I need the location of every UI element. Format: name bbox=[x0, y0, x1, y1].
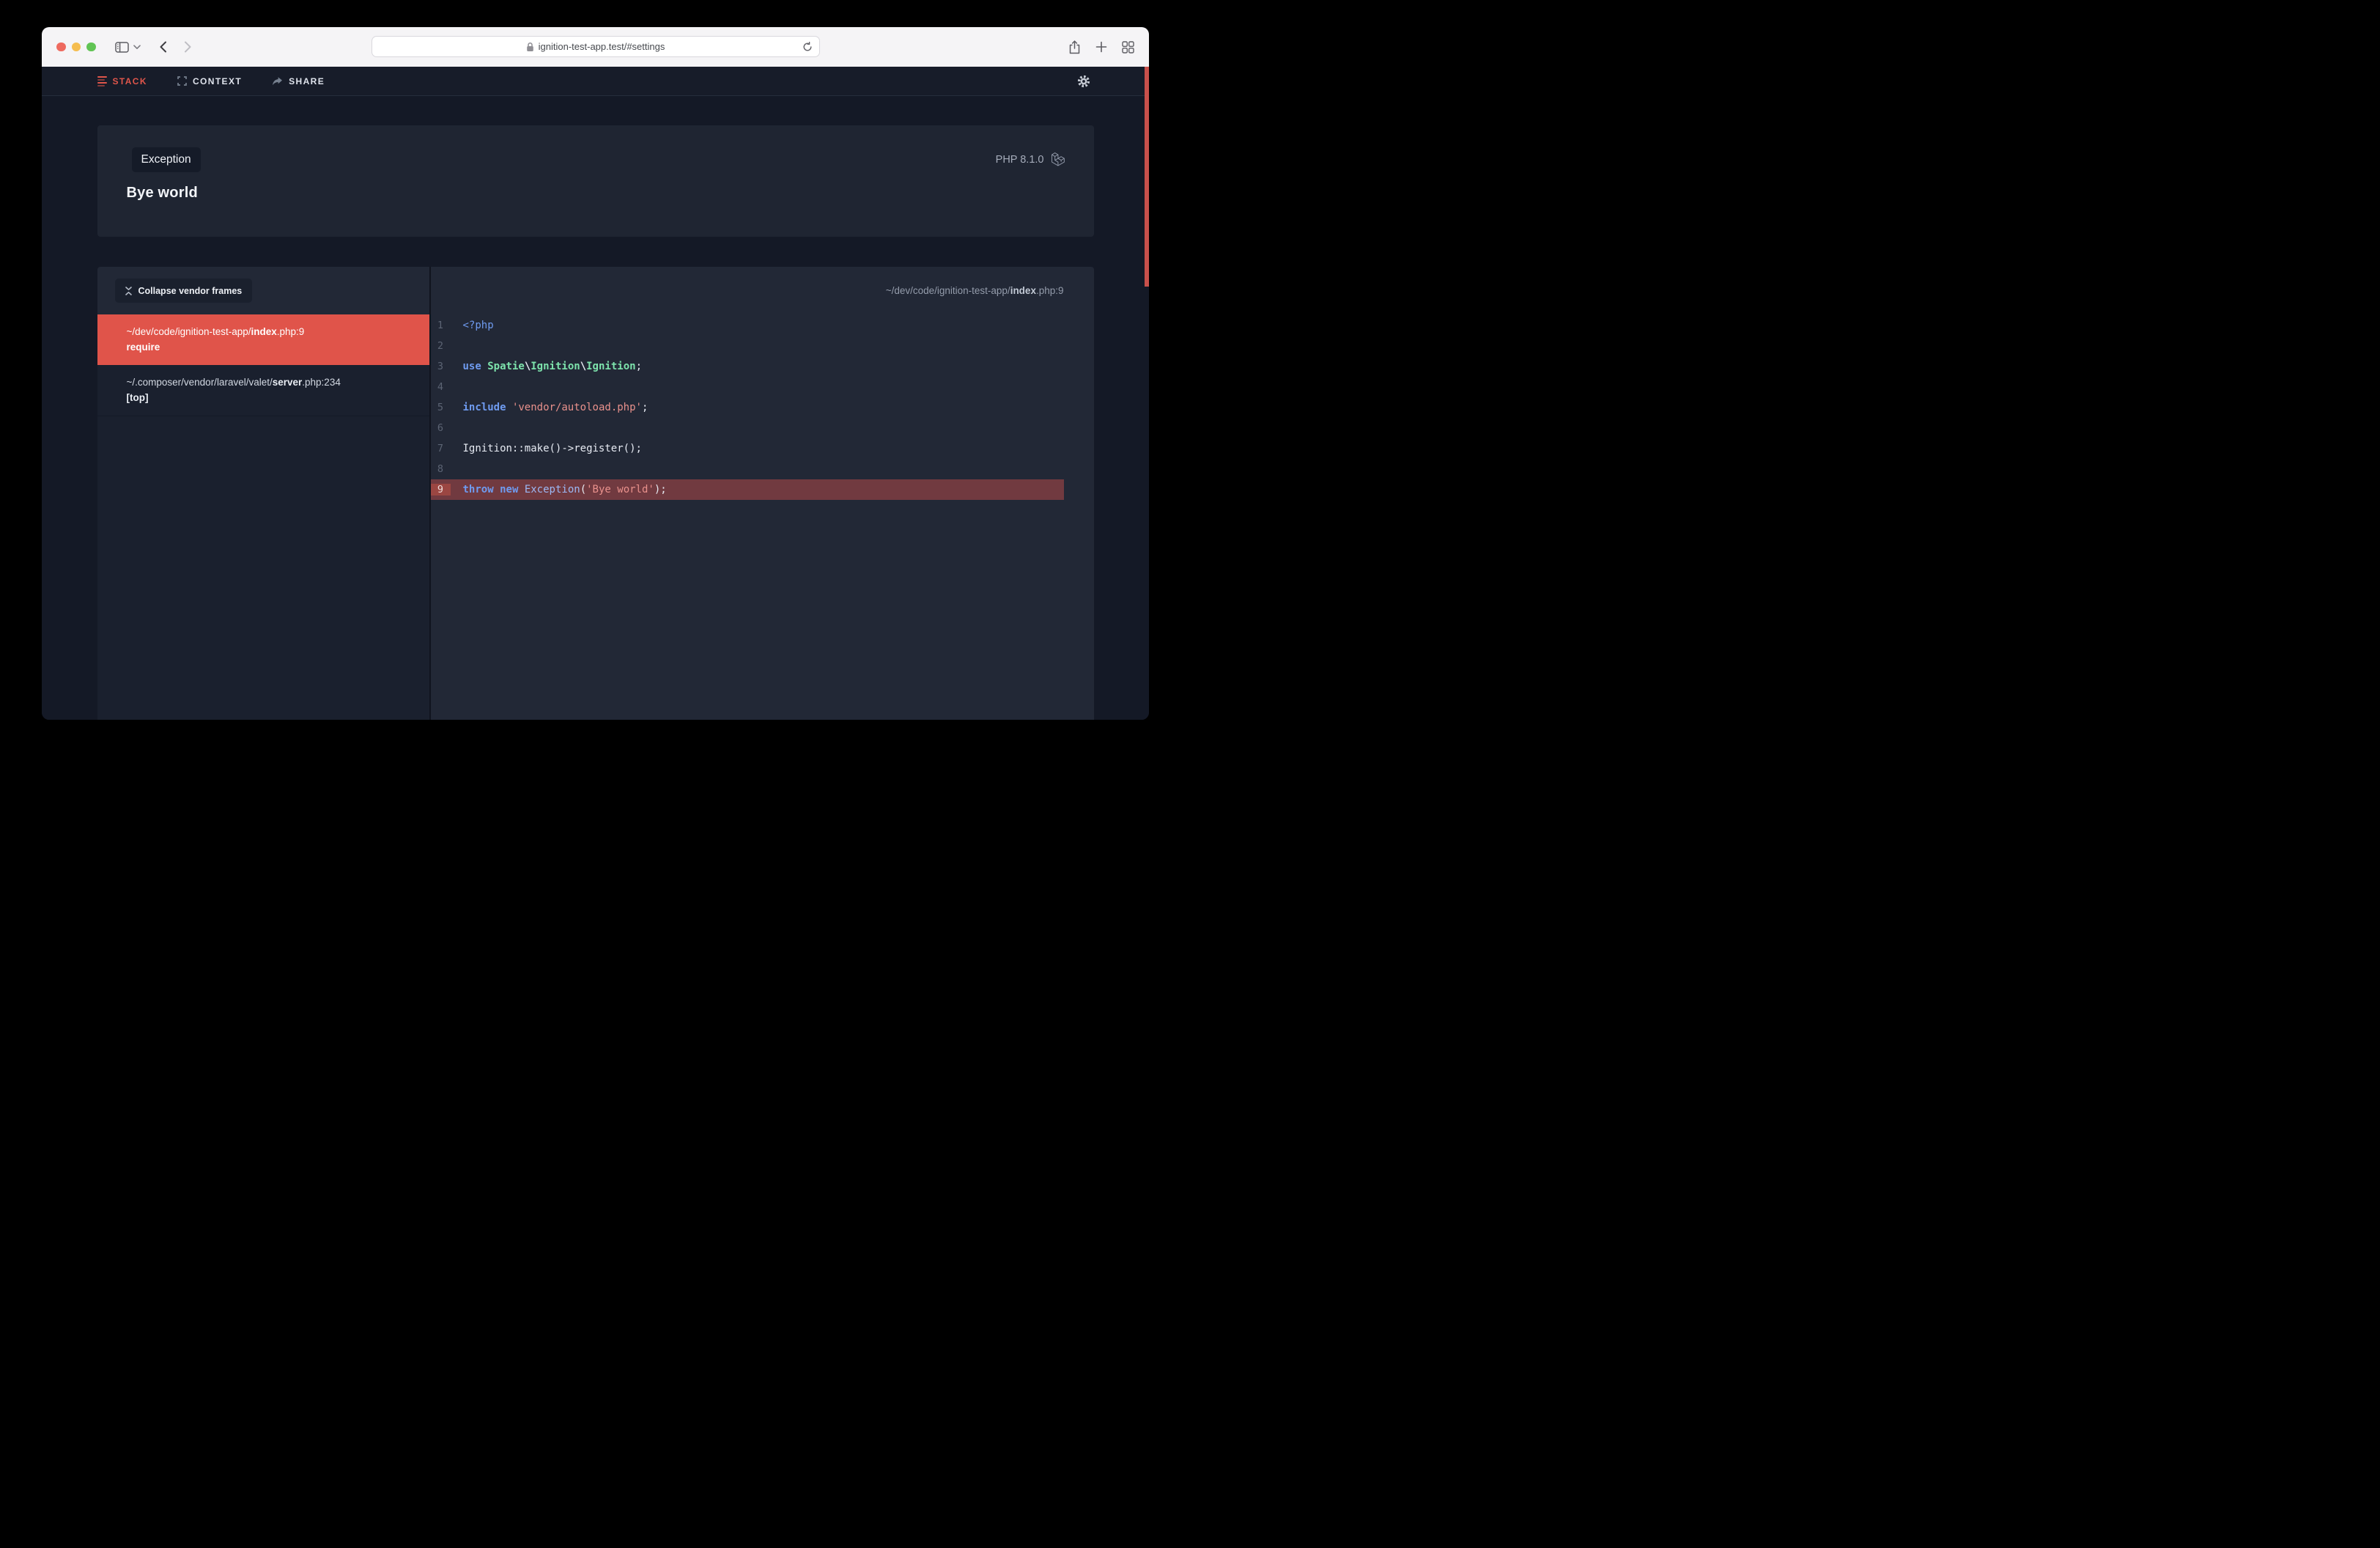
code-line-6: 6 bbox=[431, 418, 1064, 438]
frame-path: ~/dev/code/ignition-test-app/index.php:9 bbox=[127, 325, 418, 340]
code-snippet: 1<?php23use Spatie\Ignition\Ignition;45i… bbox=[431, 314, 1094, 500]
zoom-window-button[interactable] bbox=[86, 43, 96, 52]
close-window-button[interactable] bbox=[56, 43, 66, 52]
code-line-3: 3use Spatie\Ignition\Ignition; bbox=[431, 356, 1064, 377]
ignition-navbar: STACK CONTEXT SHARE bbox=[42, 67, 1149, 96]
line-number: 5 bbox=[431, 402, 451, 413]
code-line-2: 2 bbox=[431, 336, 1064, 356]
frame-method: require bbox=[127, 340, 418, 355]
stack-frame[interactable]: ~/.composer/vendor/laravel/valet/server.… bbox=[97, 365, 429, 416]
php-version: PHP 8.1.0 bbox=[996, 154, 1044, 166]
browser-toolbar: ignition-test-app.test/#settings bbox=[42, 27, 1149, 67]
tab-overview-icon[interactable] bbox=[1122, 41, 1134, 54]
line-number: 9 bbox=[431, 484, 451, 495]
share-icon[interactable] bbox=[1068, 40, 1081, 54]
line-number: 4 bbox=[431, 381, 451, 393]
collapse-vendor-frames-button[interactable]: Collapse vendor frames bbox=[115, 279, 253, 303]
exception-card: Exception Bye world PHP 8.1.0 bbox=[97, 125, 1094, 237]
new-tab-icon[interactable] bbox=[1095, 41, 1107, 53]
code-line-4: 4 bbox=[431, 377, 1064, 397]
chevron-down-icon[interactable] bbox=[133, 45, 141, 50]
share-arrow-icon bbox=[272, 77, 283, 86]
frames-list: ~/dev/code/ignition-test-app/index.php:9… bbox=[97, 314, 429, 720]
stack-trace-icon bbox=[97, 76, 107, 86]
code-line-5: 5include 'vendor/autoload.php'; bbox=[431, 397, 1064, 418]
code-line-1: 1<?php bbox=[431, 315, 1064, 336]
code-text: use Spatie\Ignition\Ignition; bbox=[451, 361, 643, 372]
reload-icon[interactable] bbox=[802, 42, 813, 52]
sidebar-icon[interactable] bbox=[115, 42, 129, 53]
line-number: 3 bbox=[431, 361, 451, 372]
stack-frame[interactable]: ~/dev/code/ignition-test-app/index.php:9… bbox=[97, 314, 429, 365]
exception-type-badge: Exception bbox=[132, 147, 201, 172]
frames-pane: Collapse vendor frames ~/dev/code/igniti… bbox=[97, 267, 429, 720]
tab-stack-label: STACK bbox=[113, 76, 147, 86]
collapse-icon bbox=[125, 287, 132, 295]
code-line-7: 7Ignition::make()->register(); bbox=[431, 438, 1064, 459]
line-number: 6 bbox=[431, 422, 451, 434]
tab-context-label: CONTEXT bbox=[193, 76, 242, 86]
php-version-chip: PHP 8.1.0 bbox=[996, 152, 1065, 166]
code-header: ~/dev/code/ignition-test-app/index.php:9 bbox=[431, 267, 1094, 314]
traffic-lights bbox=[56, 43, 96, 52]
lock-icon bbox=[526, 42, 534, 52]
settings-gear-icon[interactable] bbox=[1077, 75, 1090, 88]
collapse-label: Collapse vendor frames bbox=[138, 286, 243, 296]
line-number: 1 bbox=[431, 320, 451, 331]
frames-header: Collapse vendor frames bbox=[97, 267, 429, 314]
frame-method: [top] bbox=[127, 391, 418, 406]
code-text: <?php bbox=[451, 320, 494, 331]
laravel-icon bbox=[1052, 152, 1065, 166]
code-line-8: 8 bbox=[431, 459, 1064, 479]
ignition-page: STACK CONTEXT SHARE bbox=[42, 67, 1149, 720]
tab-share[interactable]: SHARE bbox=[272, 76, 325, 86]
open-file-path: ~/dev/code/ignition-test-app/index.php:9 bbox=[886, 285, 1064, 296]
line-number: 7 bbox=[431, 443, 451, 454]
line-number: 2 bbox=[431, 340, 451, 352]
url-bar[interactable]: ignition-test-app.test/#settings bbox=[372, 36, 820, 57]
forward-button[interactable] bbox=[184, 41, 192, 53]
exception-message: Bye world bbox=[127, 185, 1065, 202]
code-text: Ignition::make()->register(); bbox=[451, 443, 642, 454]
code-text: throw new Exception('Bye world'); bbox=[451, 484, 667, 495]
code-line-9: 9throw new Exception('Bye world'); bbox=[431, 479, 1064, 500]
red-scrollbar[interactable] bbox=[1145, 67, 1149, 287]
url-text: ignition-test-app.test/#settings bbox=[539, 41, 665, 52]
code-pane: ~/dev/code/ignition-test-app/index.php:9… bbox=[431, 267, 1094, 720]
line-number: 8 bbox=[431, 463, 451, 475]
tab-share-label: SHARE bbox=[289, 76, 325, 86]
frame-path: ~/.composer/vendor/laravel/valet/server.… bbox=[127, 375, 418, 391]
minimize-window-button[interactable] bbox=[72, 43, 81, 52]
tab-context[interactable]: CONTEXT bbox=[177, 76, 242, 86]
context-frame-icon bbox=[177, 76, 187, 86]
safari-window: ignition-test-app.test/#settings STACK bbox=[42, 27, 1149, 720]
back-button[interactable] bbox=[159, 41, 167, 53]
tab-stack[interactable]: STACK bbox=[97, 76, 147, 86]
stack-trace-card: Collapse vendor frames ~/dev/code/igniti… bbox=[97, 267, 1094, 720]
code-text: include 'vendor/autoload.php'; bbox=[451, 402, 648, 413]
